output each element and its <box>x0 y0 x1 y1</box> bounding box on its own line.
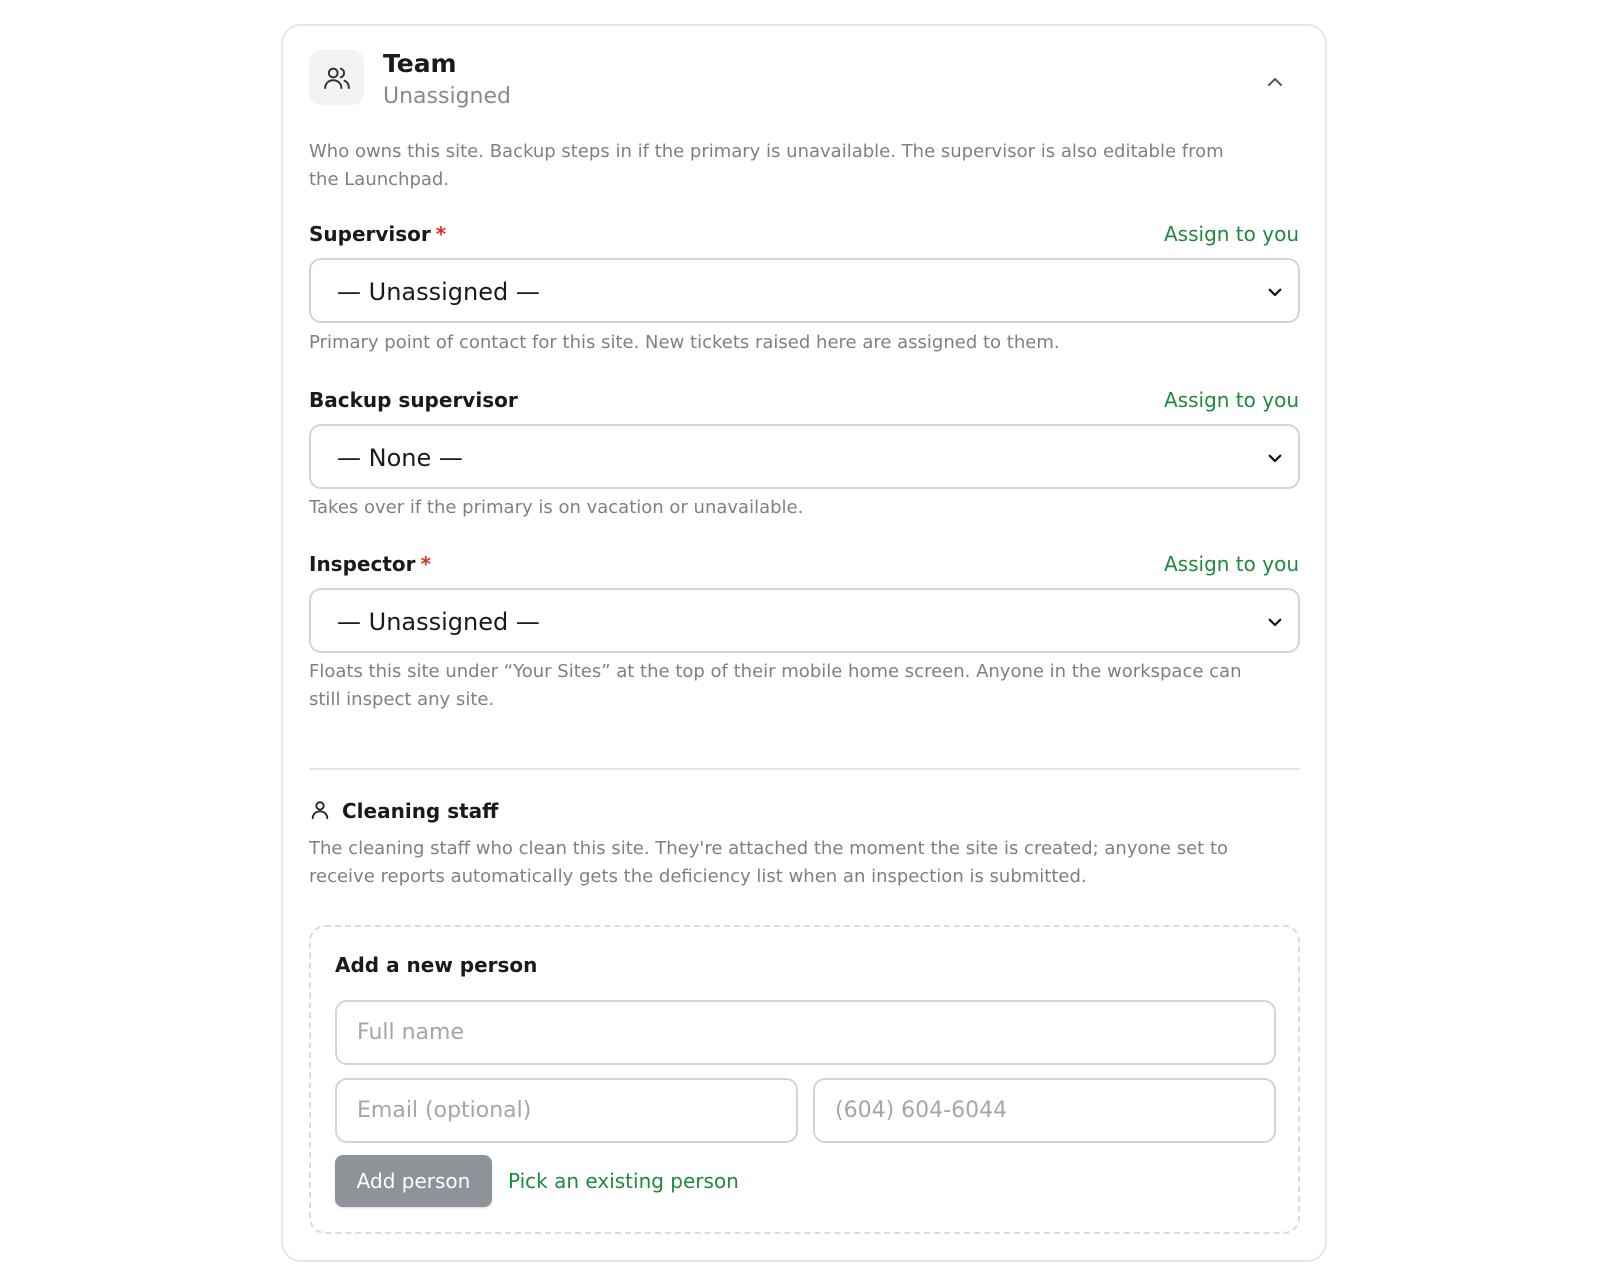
cleaning-staff-description: The cleaning staff who clean this site. … <box>309 838 1229 887</box>
cleaning-staff-title: Cleaning staff <box>342 799 499 823</box>
team-section-header[interactable]: Team Unassigned <box>309 50 1299 110</box>
required-mark: * <box>420 552 431 576</box>
team-card: Team Unassigned Who owns this site. Back… <box>281 24 1327 1262</box>
supervisor-assign-to-you-link[interactable]: Assign to you <box>1164 222 1299 246</box>
backup-supervisor-label: Backup supervisor <box>309 388 518 412</box>
inspector-help-text: Floats this site under “Your Sites” at t… <box>309 661 1242 710</box>
section-divider <box>309 768 1300 770</box>
inspector-label: Inspector * <box>309 552 431 576</box>
inspector-select-value: — Unassigned — <box>337 608 540 636</box>
supervisor-help-text: Primary point of contact for this site. … <box>309 332 1060 353</box>
section-description: Who owns this site. Backup steps in if t… <box>309 141 1224 190</box>
pick-existing-person-link[interactable]: Pick an existing person <box>508 1168 739 1194</box>
chevron-down-icon <box>1266 283 1284 301</box>
section-title: Team <box>383 49 457 78</box>
add-person-button[interactable]: Add person <box>335 1155 492 1207</box>
supervisor-select[interactable]: — Unassigned — <box>309 258 1300 323</box>
supervisor-label-text: Supervisor <box>309 222 431 246</box>
backup-assign-to-you-link[interactable]: Assign to you <box>1164 388 1299 412</box>
email-input[interactable] <box>335 1078 798 1143</box>
inspector-label-text: Inspector <box>309 552 416 576</box>
supervisor-select-value: — Unassigned — <box>337 278 540 306</box>
backup-select-value: — None — <box>337 444 463 472</box>
full-name-input[interactable] <box>335 1000 1276 1065</box>
backup-help-text: Takes over if the primary is on vacation… <box>309 497 804 518</box>
person-icon <box>309 799 333 823</box>
chevron-down-icon <box>1266 613 1284 631</box>
chevron-up-icon[interactable] <box>1263 70 1287 94</box>
supervisor-label: Supervisor * <box>309 222 446 246</box>
add-new-person-panel: Add a new person Add person Pick an exis… <box>309 925 1300 1234</box>
backup-supervisor-select[interactable]: — None — <box>309 424 1300 489</box>
chevron-down-icon <box>1266 449 1284 467</box>
inspector-assign-to-you-link[interactable]: Assign to you <box>1164 552 1299 576</box>
add-new-person-title: Add a new person <box>335 953 538 977</box>
phone-input[interactable] <box>813 1078 1276 1143</box>
inspector-select[interactable]: — Unassigned — <box>309 588 1300 653</box>
users-icon <box>309 50 364 105</box>
section-subtitle: Unassigned <box>383 84 511 109</box>
required-mark: * <box>435 222 447 246</box>
